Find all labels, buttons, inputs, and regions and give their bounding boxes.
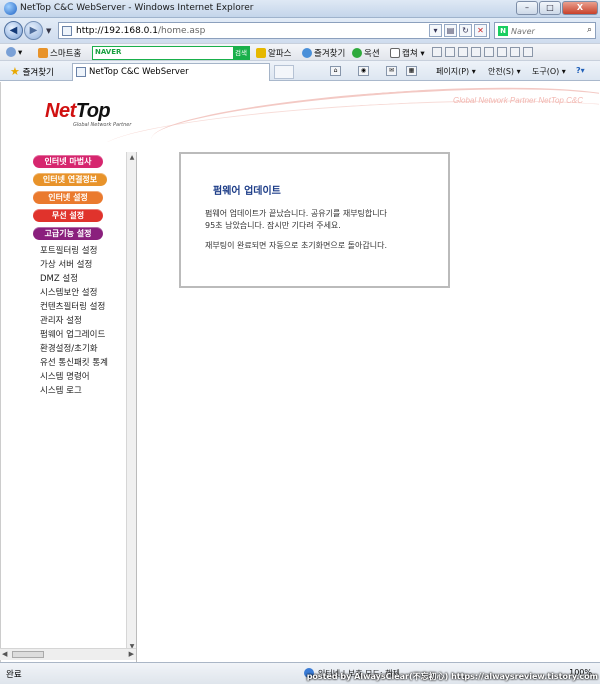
address-url[interactable]: http://192.168.0.1/home.asp xyxy=(76,26,205,36)
status-bar: 완료 인터넷 | 보호 모드: 해제 100% posted by Always… xyxy=(0,662,600,684)
minimize-button[interactable]: – xyxy=(516,1,538,15)
page-icon xyxy=(62,26,72,36)
sidebar-item-internet-wizard[interactable]: 인터넷 마법사 xyxy=(33,155,103,168)
favorites-button[interactable]: ★ 즐겨찾기 xyxy=(10,65,54,78)
address-row: ◀ ▶ ▼ http://192.168.0.1/home.asp ▾ ▤ ↻ … xyxy=(0,18,600,43)
sidebar-item-connection-info[interactable]: 인터넷 연결정보 xyxy=(33,173,107,186)
sidebar-item-wireless-settings[interactable]: 무선 설정 xyxy=(33,209,103,222)
search-icon[interactable]: ⌕ xyxy=(587,25,592,35)
scroll-up-icon[interactable]: ▲ xyxy=(128,153,136,162)
naver-search-icon: N xyxy=(498,26,508,36)
help-icon[interactable]: ?▾ xyxy=(576,66,585,75)
tab-label: NetTop C&C WebServer xyxy=(89,67,189,77)
submenu-virtual-server[interactable]: 가상 서버 설정 xyxy=(40,258,92,270)
home-icon xyxy=(38,48,48,58)
refresh-icon[interactable]: ↻ xyxy=(459,24,472,37)
naver-brand: NAVER xyxy=(95,48,122,56)
notice-line: 재부팅이 완료되면 자동으로 초기화면으로 돌아갑니다. xyxy=(205,241,387,250)
close-button[interactable]: X xyxy=(562,1,598,15)
naver-search-button[interactable]: 검색 xyxy=(233,47,249,59)
submenu-system-command[interactable]: 시스템 명령어 xyxy=(40,370,90,382)
scroll-thumb[interactable] xyxy=(12,651,44,658)
safety-menu[interactable]: 안전(S) ▾ xyxy=(488,66,521,77)
history-dropdown-icon[interactable]: ▼ xyxy=(46,27,51,35)
tab-nettop[interactable]: NetTop C&C WebServer xyxy=(72,63,270,81)
window-title: NetTop C&C WebServer - Windows Internet … xyxy=(20,3,254,13)
memo-icon[interactable] xyxy=(432,47,442,57)
notice-line: 펌웨어 업데이트가 끝났습니다. 공유기를 재부팅합니다 xyxy=(205,209,387,218)
banner-swoosh-decoration xyxy=(149,82,599,142)
settings-icon[interactable] xyxy=(523,47,533,57)
print-icon[interactable] xyxy=(497,47,507,57)
submenu-admin[interactable]: 관리자 설정 xyxy=(40,314,82,326)
address-dropdown-icon[interactable]: ▾ xyxy=(429,24,442,37)
page-content: Global Network Partner NetTop C&C NetTop… xyxy=(0,82,600,662)
sidebar-menu: 인터넷 마법사 인터넷 연결정보 인터넷 설정 무선 설정 고급기능 설정 포트… xyxy=(31,152,137,662)
title-bar: NetTop C&C WebServer - Windows Internet … xyxy=(0,0,600,18)
read-mail-icon[interactable]: ✉ xyxy=(386,66,397,76)
sidebar-vertical-scrollbar[interactable]: ▲ ▼ xyxy=(126,152,136,652)
header-banner: Global Network Partner NetTop C&C NetTop… xyxy=(1,82,599,142)
firmware-notice-box: 펌웨어 업데이트 펌웨어 업데이트가 끝났습니다. 공유기를 재부팅합니다 95… xyxy=(179,152,450,288)
notice-title: 펌웨어 업데이트 xyxy=(213,186,281,197)
scroll-right-icon[interactable]: ▶ xyxy=(129,650,134,658)
home-page-icon[interactable]: ⌂ xyxy=(330,66,341,76)
sidebar-item-internet-settings[interactable]: 인터넷 설정 xyxy=(33,191,103,204)
folder-icon[interactable] xyxy=(471,47,481,57)
naver-toolbar: ▾ 스마트홈 NAVER 검색 알파스 즐겨찾기 옥션 캡쳐 ▾ xyxy=(0,43,600,61)
star-icon: ★ xyxy=(10,65,20,78)
window-controls: – □ X xyxy=(516,1,598,15)
naver-search-box[interactable]: NAVER 검색 xyxy=(92,46,250,60)
stop-icon[interactable]: ✕ xyxy=(474,24,487,37)
watermark: posted by AlwaysClear(不忘初心) https://alwa… xyxy=(306,672,598,681)
auction-icon xyxy=(352,48,362,58)
heart-icon xyxy=(302,48,312,58)
printer-icon[interactable]: ▦ xyxy=(406,66,417,76)
compat-view-icon[interactable]: ▤ xyxy=(444,24,457,37)
toolbar-menu-icon[interactable]: ▾ xyxy=(6,47,22,58)
back-button[interactable]: ◀ xyxy=(4,21,23,40)
scroll-left-icon[interactable]: ◀ xyxy=(2,650,7,658)
new-tab-button[interactable] xyxy=(274,65,294,79)
capture-icon xyxy=(390,48,400,58)
tools-menu[interactable]: 도구(O) ▾ xyxy=(532,66,566,77)
status-text: 완료 xyxy=(6,670,22,680)
submenu-content-filtering[interactable]: 컨텐츠필터링 설정 xyxy=(40,300,105,312)
submenu-firmware-upgrade[interactable]: 펌웨어 업그레이드 xyxy=(40,328,105,340)
search-input[interactable] xyxy=(511,25,579,37)
auction-link[interactable]: 옥션 xyxy=(352,47,380,59)
banner-tagline: Global Network Partner NetTop C&C xyxy=(453,96,583,105)
smart-home-link[interactable]: 스마트홈 xyxy=(38,47,81,59)
submenu-dmz[interactable]: DMZ 설정 xyxy=(40,272,78,284)
toolbar-icon-group xyxy=(432,47,533,57)
search-box[interactable]: N ⌕ xyxy=(494,22,596,39)
submenu-system-log[interactable]: 시스템 로그 xyxy=(40,384,82,396)
key-icon xyxy=(256,48,266,58)
sidebar-horizontal-scrollbar[interactable]: ◀ ▶ xyxy=(0,648,136,660)
pen-icon[interactable] xyxy=(458,47,468,57)
save-icon[interactable] xyxy=(484,47,494,57)
logo-subtitle: Global Network Partner xyxy=(73,122,132,128)
capture-button[interactable]: 캡쳐 ▾ xyxy=(390,47,425,59)
submenu-packet-stats[interactable]: 유선 통신패킷 통계 xyxy=(40,356,108,368)
notice-line: 95초 남았습니다. 잠시만 기다려 주세요. xyxy=(205,221,341,230)
submenu-port-filtering[interactable]: 포트필터링 설정 xyxy=(40,244,97,256)
forward-button[interactable]: ▶ xyxy=(24,21,43,40)
tab-page-icon xyxy=(76,67,86,77)
ie-logo-icon xyxy=(4,2,17,15)
maximize-button[interactable]: □ xyxy=(539,1,561,15)
submenu-system-security[interactable]: 시스템보안 설정 xyxy=(40,286,97,298)
submenu-config-reset[interactable]: 환경설정/초기화 xyxy=(40,342,98,354)
address-bar[interactable]: http://192.168.0.1/home.asp ▾ ▤ ↻ ✕ xyxy=(58,22,490,39)
mail-icon[interactable] xyxy=(445,47,455,57)
favorites-bar: ★ 즐겨찾기 NetTop C&C WebServer ⌂ ◉ ✉ ▦ 페이지(… xyxy=(0,61,600,81)
nettop-logo: NetTop Global Network Partner xyxy=(45,100,132,128)
alpas-link[interactable]: 알파스 xyxy=(256,47,291,59)
page-menu[interactable]: 페이지(P) ▾ xyxy=(436,66,476,77)
translate-icon[interactable] xyxy=(510,47,520,57)
sidebar-item-advanced-settings[interactable]: 고급기능 설정 xyxy=(33,227,103,240)
toolbar-favorites-link[interactable]: 즐겨찾기 xyxy=(302,47,345,59)
feeds-icon[interactable]: ◉ xyxy=(358,66,369,76)
